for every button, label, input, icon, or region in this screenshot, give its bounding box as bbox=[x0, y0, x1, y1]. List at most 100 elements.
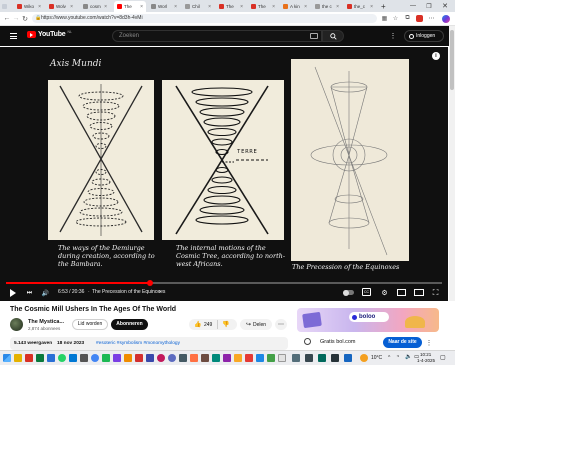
youtube-logo[interactable]: YouTube NL bbox=[27, 30, 72, 38]
tab-9[interactable]: the c × bbox=[312, 1, 342, 12]
clock-date[interactable]: 1-4-2025 bbox=[417, 358, 435, 363]
app-icon-20[interactable] bbox=[256, 354, 264, 362]
tray-chevron-icon[interactable]: ^ bbox=[388, 355, 390, 361]
close-icon[interactable]: × bbox=[370, 4, 373, 10]
settings-gear-icon[interactable]: ⚙ bbox=[380, 288, 389, 297]
tab-7[interactable]: The × bbox=[248, 1, 278, 12]
app-icon-22[interactable] bbox=[278, 354, 286, 362]
app-icon-1[interactable] bbox=[25, 354, 33, 362]
settings-dots-icon[interactable]: ⋮ bbox=[390, 32, 397, 40]
close-icon[interactable]: × bbox=[104, 4, 107, 10]
app-icon-26[interactable] bbox=[331, 354, 339, 362]
address-bar[interactable]: 🔒 https://www.youtube.com/watch?v=8d3h-4… bbox=[32, 14, 377, 23]
tab-6[interactable]: The × bbox=[216, 1, 246, 12]
clock-time[interactable]: 10:21 bbox=[420, 352, 431, 357]
app-icon-24[interactable] bbox=[305, 354, 313, 362]
app-icon-8[interactable] bbox=[124, 354, 132, 362]
volume-icon[interactable]: 🔊 bbox=[41, 289, 50, 297]
app-icon-21[interactable] bbox=[267, 354, 275, 362]
app-icon-13[interactable] bbox=[179, 354, 187, 362]
play-button[interactable] bbox=[9, 289, 17, 297]
forward-icon[interactable]: → bbox=[12, 14, 20, 23]
app-icon-11[interactable] bbox=[157, 354, 165, 362]
extensions-icon[interactable]: ⧉ bbox=[404, 15, 411, 22]
close-icon[interactable]: × bbox=[304, 4, 307, 10]
close-icon[interactable]: × bbox=[208, 4, 211, 10]
tab-0[interactable]: Wiko × bbox=[14, 1, 44, 12]
info-icon[interactable]: i bbox=[432, 52, 440, 60]
weather-icon[interactable] bbox=[360, 354, 368, 362]
hamburger-menu-icon[interactable] bbox=[9, 32, 18, 40]
chapter-title[interactable]: The Precession of the Equinoxes bbox=[92, 289, 165, 295]
theater-mode-icon[interactable] bbox=[414, 289, 424, 296]
fullscreen-icon[interactable]: ⛶ bbox=[431, 288, 440, 297]
channel-name[interactable]: The Mystica... bbox=[28, 319, 64, 325]
app-icon-2[interactable] bbox=[36, 354, 44, 362]
app-icon-4[interactable] bbox=[69, 354, 77, 362]
keyboard-icon[interactable] bbox=[310, 33, 318, 39]
copilot-icon[interactable] bbox=[442, 15, 450, 23]
app-icon-17[interactable] bbox=[223, 354, 231, 362]
app-icon-19[interactable] bbox=[245, 354, 253, 362]
app-icon-25[interactable] bbox=[318, 354, 326, 362]
tab-4[interactable]: Worl × bbox=[148, 1, 180, 12]
tab-5[interactable]: Chil × bbox=[182, 1, 214, 12]
new-tab-button[interactable]: + bbox=[378, 1, 388, 12]
app-icon-16[interactable] bbox=[212, 354, 220, 362]
tab-1[interactable]: Wolv × bbox=[46, 1, 76, 12]
ad-banner[interactable]: boloo bbox=[297, 308, 439, 332]
ad-cta-button[interactable]: Naar de site bbox=[383, 337, 422, 348]
app-icon-18[interactable] bbox=[234, 354, 242, 362]
close-icon[interactable]: × bbox=[70, 4, 73, 10]
chapter-chevron-icon[interactable]: › bbox=[159, 289, 161, 295]
scrollbar-thumb[interactable] bbox=[450, 30, 454, 90]
search-input[interactable]: Zoeken bbox=[112, 30, 322, 42]
start-icon[interactable] bbox=[3, 354, 11, 362]
close-icon[interactable]: × bbox=[336, 4, 339, 10]
channel-avatar[interactable] bbox=[10, 318, 23, 331]
close-icon[interactable]: × bbox=[240, 4, 243, 10]
more-menu-icon[interactable]: ⋯ bbox=[428, 15, 435, 22]
tab-3-active[interactable]: The × bbox=[114, 1, 146, 12]
back-icon[interactable]: ← bbox=[3, 14, 11, 23]
close-icon[interactable]: × bbox=[272, 4, 275, 10]
app-icon-6[interactable] bbox=[102, 354, 110, 362]
reload-icon[interactable]: ↻ bbox=[21, 14, 29, 23]
thumbs-down-icon[interactable]: 👎 bbox=[222, 321, 229, 328]
tab-actions-icon[interactable] bbox=[2, 1, 7, 12]
tab-10[interactable]: the_c × bbox=[344, 1, 376, 12]
app-icon-27[interactable] bbox=[344, 354, 352, 362]
next-video-button[interactable]: ⏭ bbox=[25, 289, 34, 297]
subscribe-button[interactable]: Abonneren bbox=[111, 319, 148, 330]
profile-extension-icon[interactable] bbox=[416, 15, 423, 22]
description-box[interactable]: 5.143 weergaven 18 nov 2023 #esoteric #s… bbox=[10, 337, 288, 350]
app-icon-9[interactable] bbox=[135, 354, 143, 362]
speaker-icon[interactable]: 🔈 bbox=[405, 354, 412, 360]
app-icon-7[interactable] bbox=[113, 354, 121, 362]
app-icon-3[interactable] bbox=[47, 354, 55, 362]
notifications-icon[interactable]: ▢ bbox=[440, 354, 446, 361]
app-icon-15[interactable] bbox=[201, 354, 209, 362]
reader-mode-icon[interactable]: ▦ bbox=[381, 15, 388, 22]
join-button[interactable]: Lid worden bbox=[72, 319, 108, 330]
autoplay-toggle[interactable] bbox=[343, 289, 354, 296]
tab-8[interactable]: A kin × bbox=[280, 1, 310, 12]
video-player[interactable]: Axis Mundi i TERRE The ways of the Demiu… bbox=[0, 47, 448, 301]
signin-button[interactable]: Inloggen bbox=[404, 30, 444, 42]
thumbs-up-icon[interactable]: 👍 bbox=[194, 321, 201, 328]
app-icon-14[interactable] bbox=[190, 354, 198, 362]
whatsapp-icon[interactable] bbox=[58, 354, 66, 362]
app-icon-10[interactable] bbox=[146, 354, 154, 362]
tab-2[interactable]: cosm × bbox=[80, 1, 110, 12]
share-button[interactable]: ↪ Delen bbox=[240, 319, 272, 330]
app-icon-12[interactable] bbox=[168, 354, 176, 362]
more-actions-icon[interactable]: ⋯ bbox=[275, 319, 287, 330]
subtitles-icon[interactable]: CC bbox=[362, 288, 371, 296]
hashtags[interactable]: #esoteric #symbolism #monomythology bbox=[96, 341, 180, 346]
close-icon[interactable]: × bbox=[140, 4, 143, 10]
app-icon-5[interactable] bbox=[80, 354, 88, 362]
wifi-icon[interactable]: ◔ bbox=[396, 354, 399, 360]
close-window-button[interactable]: ✕ bbox=[440, 2, 450, 10]
chrome-icon[interactable] bbox=[91, 354, 99, 362]
minimize-button[interactable]: — bbox=[408, 2, 418, 10]
